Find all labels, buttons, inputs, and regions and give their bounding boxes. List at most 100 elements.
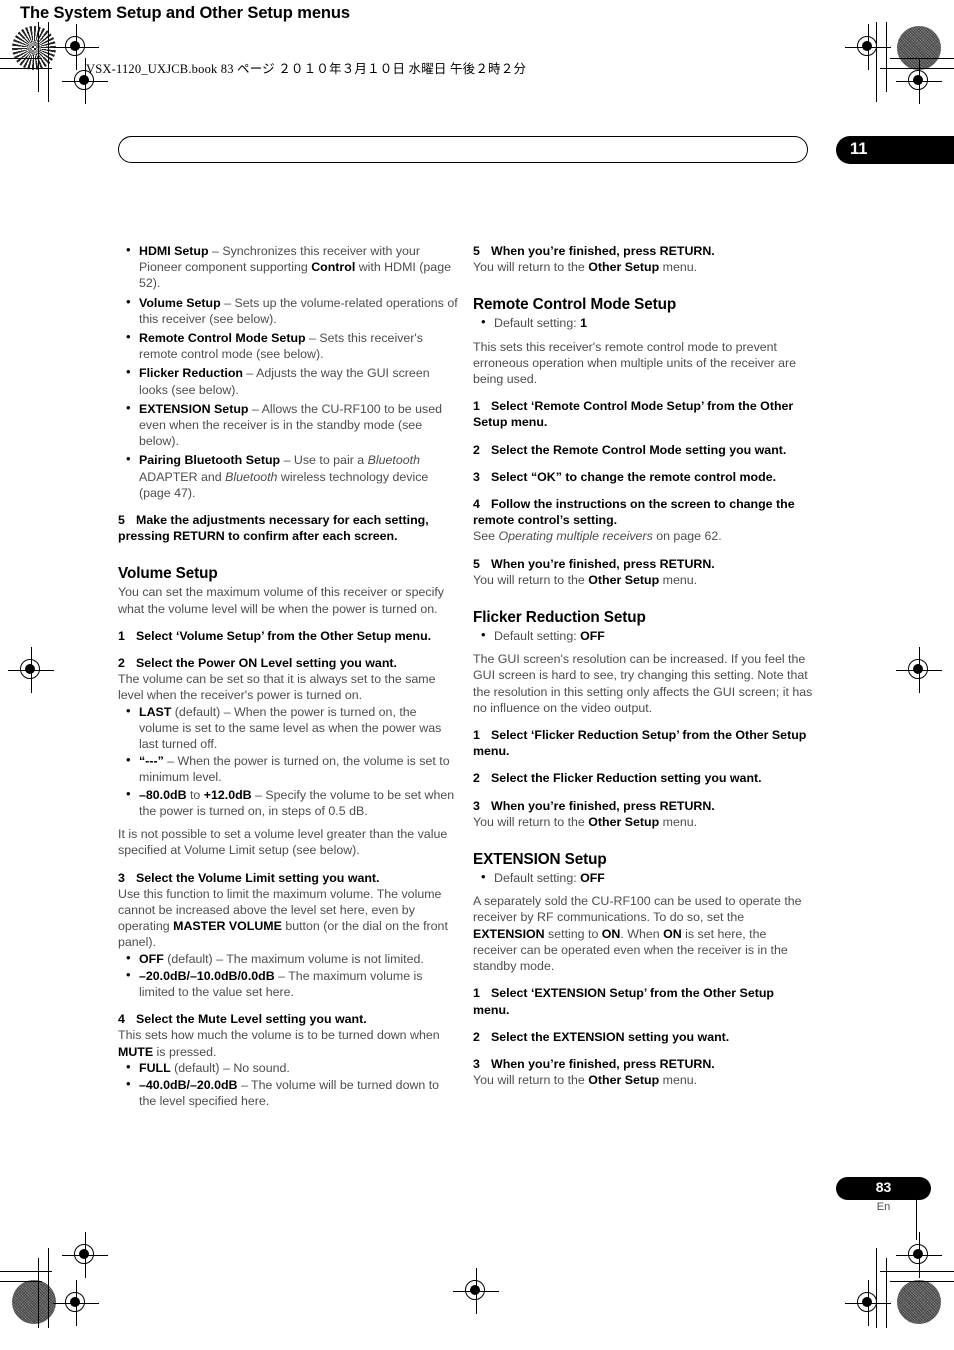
body-text: You will return to the — [473, 260, 589, 275]
right-column: 5 When you’re finished, press RETURN. You… — [473, 243, 813, 1088]
registration-mark-right-middle — [896, 647, 942, 693]
term-remote-control-mode-setup: Remote Control Mode Setup — [139, 331, 306, 346]
list-item-last: LAST (default) – When the power is turne… — [118, 703, 458, 753]
trim-mark — [48, 1248, 50, 1328]
remote-step-2: 2 Select the Remote Control Mode setting … — [473, 442, 813, 458]
dash: – — [208, 244, 223, 258]
page-title: The System Setup and Other Setup menus — [20, 4, 350, 22]
term-on: ON — [663, 926, 682, 941]
remote-step-3: 3 Select “OK” to change the remote contro… — [473, 469, 813, 485]
body-text: on page 62. — [652, 529, 722, 544]
body-text: See — [473, 529, 499, 544]
step-number: 1 — [118, 628, 125, 643]
list-item-pairing-bluetooth-setup: Pairing Bluetooth Setup – Use to pair a … — [118, 451, 458, 501]
trim-mark — [890, 58, 954, 60]
option-term: –80.0dB — [139, 787, 187, 802]
chapter-number: 11 — [850, 140, 868, 158]
step-text: Select the Mute Level setting you want. — [136, 1012, 367, 1027]
step-number: 5 — [473, 244, 480, 258]
body-text: A separately sold the CU-RF100 can be us… — [473, 894, 802, 925]
default-value: OFF — [580, 871, 605, 886]
step-text: Select ‘Remote Control Mode Setup’ from … — [473, 399, 794, 430]
remote-step-5-body: You will return to the Other Setup menu. — [473, 572, 813, 588]
step-number: 3 — [473, 469, 480, 484]
page-number-badge: 83 — [836, 1177, 931, 1200]
term-on: ON — [601, 926, 621, 941]
trim-mark — [886, 22, 888, 92]
option-desc: (default) – No sound. — [170, 1060, 290, 1075]
volume-step-3-body: Use this function to limit the maximum v… — [118, 886, 458, 951]
step-number: 4 — [118, 1012, 125, 1027]
desc: ADAPTER and — [139, 469, 226, 484]
default-label: Default setting: — [494, 629, 581, 644]
trim-mark — [890, 1281, 954, 1283]
option-term: OFF — [139, 951, 164, 966]
remote-step-4-body: See Operating multiple receivers on page… — [473, 528, 813, 544]
option-term: “---” — [139, 754, 164, 769]
page-language-code: En — [876, 1201, 891, 1213]
step-number: 3 — [118, 870, 125, 885]
dash: – — [280, 453, 294, 468]
body-text: You will return to the — [473, 814, 589, 829]
flicker-reduction-intro: The GUI screen's resolution can be incre… — [473, 652, 813, 715]
body-text: menu. — [659, 814, 698, 829]
list-item-db-range: –80.0dB to +12.0dB – Specify the volume … — [118, 786, 458, 819]
extension-default-setting: Default setting: OFF — [473, 869, 813, 886]
trim-mark — [886, 1258, 888, 1328]
extension-step-3-body: You will return to the Other Setup menu. — [473, 1072, 813, 1088]
step-text: When you’re finished, press RETURN. — [491, 798, 715, 813]
body-text: menu. — [659, 1073, 698, 1088]
step-number: 4 — [473, 497, 480, 512]
volume-limit-note: It is not possible to set a volume level… — [118, 827, 448, 858]
term-other-setup: Other Setup — [588, 1073, 660, 1088]
dash: – — [220, 295, 235, 310]
step-text: Select the EXTENSION setting you want. — [491, 1029, 730, 1044]
step-number: 3 — [473, 1056, 480, 1071]
halftone-target-top-left — [12, 26, 56, 70]
body-text: menu. — [659, 260, 698, 275]
list-item-flicker-reduction: Flicker Reduction – Adjusts the way the … — [118, 364, 458, 397]
step-text: Select ‘EXTENSION Setup’ from the Other … — [473, 986, 774, 1017]
remote-step-1: 1 Select ‘Remote Control Mode Setup’ from… — [473, 398, 813, 430]
step-text: Select the Flicker Reduction setting you… — [491, 771, 762, 786]
term-mute: MUTE — [118, 1044, 154, 1059]
volume-step-5-body: You will return to the Other Setup menu. — [473, 259, 813, 275]
step-text: When you’re finished, press RETURN. — [491, 556, 715, 571]
term-volume-setup: Volume Setup — [139, 295, 221, 310]
dash: – — [305, 331, 320, 346]
page-number: 83 — [875, 1179, 892, 1195]
section-heading-volume-setup: Volume Setup — [118, 565, 218, 583]
list-item-db-limits: –20.0dB/–10.0dB/0.0dB – The maximum volu… — [118, 967, 458, 1000]
step-text: When you’re finished, press RETURN. — [491, 1056, 715, 1071]
step-text: Select the Volume Limit setting you want… — [136, 870, 380, 885]
extension-step-3: 3 When you’re finished, press RETURN. — [473, 1056, 813, 1072]
trim-mark — [38, 22, 40, 92]
term-master-volume: MASTER VOLUME — [173, 919, 282, 934]
option-term: –20.0dB/–10.0dB/0.0dB — [139, 968, 275, 983]
trim-mark — [38, 1258, 40, 1328]
extension-intro: A separately sold the CU-RF100 can be us… — [473, 893, 813, 974]
term-other-setup: Other Setup — [588, 260, 660, 275]
volume-setup-intro: You can set the maximum volume of this r… — [118, 585, 444, 616]
registration-mark-bottom-right — [845, 1280, 891, 1326]
trim-mark — [0, 1271, 52, 1273]
step-text: Select “OK” to change the remote control… — [491, 469, 777, 484]
step-number: 3 — [473, 798, 480, 813]
remote-default-setting: Default setting: 1 — [473, 314, 813, 331]
list-item-mute-db: –40.0dB/–20.0dB – The volume will be tur… — [118, 1076, 458, 1109]
step-text: Make the adjustments necessary for each … — [118, 513, 429, 544]
volume-step-4-body: This sets how much the volume is to be t… — [118, 1027, 458, 1059]
step-number: 2 — [473, 771, 480, 786]
option-mid: to — [186, 787, 204, 802]
term-extension: EXTENSION — [473, 926, 545, 941]
term-other-setup: Other Setup — [588, 814, 660, 829]
list-item-off: OFF (default) – The maximum volume is no… — [118, 950, 458, 967]
mute-level-options: FULL (default) – No sound. –40.0dB/–20.0… — [118, 1059, 458, 1110]
body-text: You will return to the — [473, 572, 589, 587]
flicker-step-2: 2 Select the Flicker Reduction setting yo… — [473, 770, 813, 786]
step-5-make-adjustments: 5 Make the adjustments necessary for each… — [118, 512, 458, 544]
step-number: 1 — [473, 986, 480, 1001]
step-number: 2 — [118, 656, 125, 671]
trim-mark — [0, 68, 52, 70]
step-text: Follow the instructions on the screen to… — [473, 497, 795, 528]
